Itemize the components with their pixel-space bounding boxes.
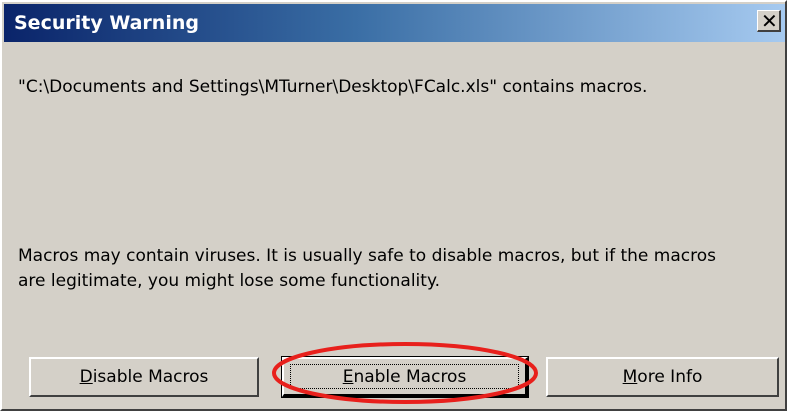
more-info-label: More Info (623, 367, 703, 387)
enable-macros-rest: nable Macros (353, 366, 467, 387)
enable-macros-label: Enable Macros (343, 367, 467, 387)
macro-virus-warning: Macros may contain viruses. It is usuall… (18, 246, 716, 291)
disable-macros-label: Disable Macros (80, 367, 209, 387)
more-info-mnemonic: M (622, 367, 638, 387)
disable-macros-mnemonic: D (79, 367, 93, 387)
close-icon: ✕ (761, 9, 778, 33)
file-macros-message: "C:\Documents and Settings\MTurner\Deskt… (18, 77, 648, 97)
disable-macros-rest: isable Macros (92, 367, 209, 387)
dialog-title: Security Warning (14, 12, 199, 34)
more-info-rest: ore Info (637, 367, 703, 387)
security-warning-dialog: Security Warning ✕ "C:\Documents and Set… (0, 0, 787, 411)
enable-macros-mnemonic: E (342, 366, 354, 387)
disable-macros-button[interactable]: Disable Macros (29, 357, 259, 397)
title-bar[interactable]: Security Warning ✕ (4, 4, 785, 42)
enable-macros-button[interactable]: Enable Macros (281, 356, 529, 398)
more-info-button[interactable]: More Info (546, 357, 779, 397)
close-button[interactable]: ✕ (757, 10, 781, 32)
